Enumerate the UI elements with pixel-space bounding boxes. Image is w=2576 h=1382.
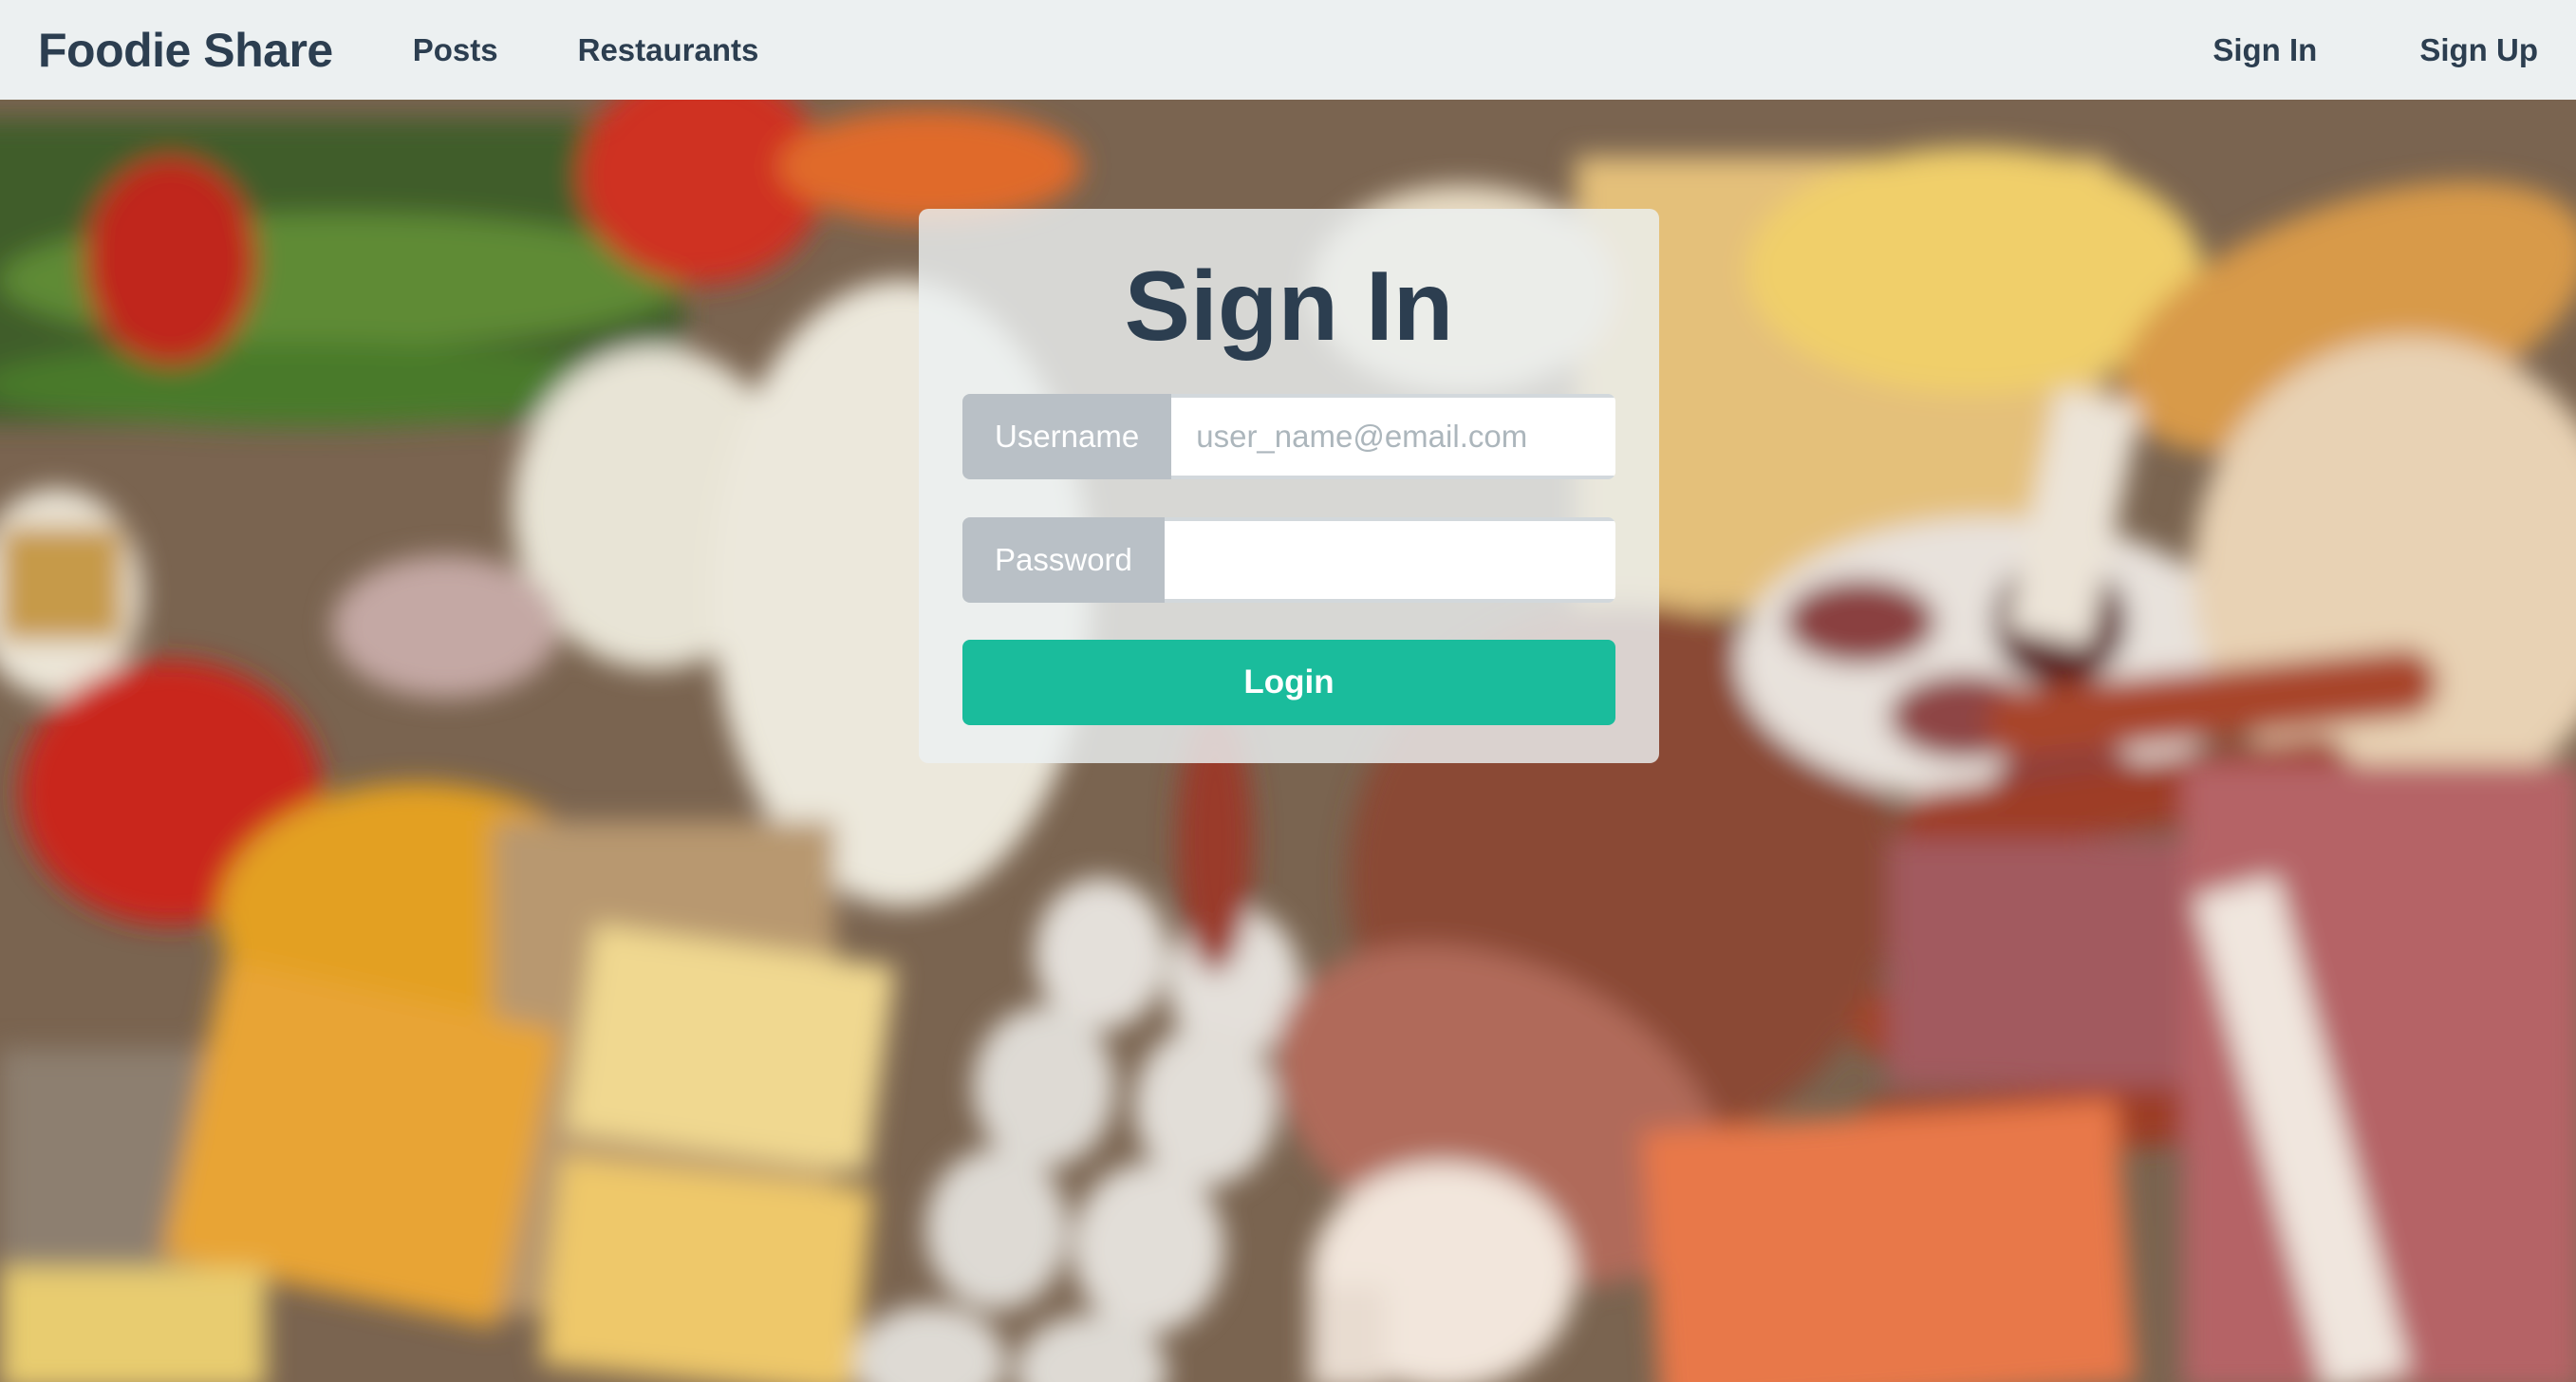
nav-link-restaurants[interactable]: Restaurants	[578, 32, 759, 68]
password-input[interactable]	[1164, 517, 1615, 603]
password-label: Password	[962, 517, 1165, 603]
sign-in-title: Sign In	[1124, 252, 1454, 362]
nav-right: Sign In Sign Up	[2110, 32, 2538, 68]
username-input[interactable]	[1171, 394, 1615, 479]
username-label: Username	[962, 394, 1172, 479]
username-input-group: Username	[962, 394, 1615, 479]
sign-in-panel: Sign In Username Password Login	[919, 209, 1659, 763]
login-button[interactable]: Login	[962, 640, 1615, 725]
nav-sign-in-link[interactable]: Sign In	[2212, 32, 2317, 68]
nav-link-posts[interactable]: Posts	[413, 32, 498, 68]
navbar: Foodie Share Posts Restaurants Sign In S…	[0, 0, 2576, 100]
nav-sign-up-link[interactable]: Sign Up	[2419, 32, 2538, 68]
brand-logo[interactable]: Foodie Share	[38, 23, 333, 78]
password-input-group: Password	[962, 517, 1615, 603]
